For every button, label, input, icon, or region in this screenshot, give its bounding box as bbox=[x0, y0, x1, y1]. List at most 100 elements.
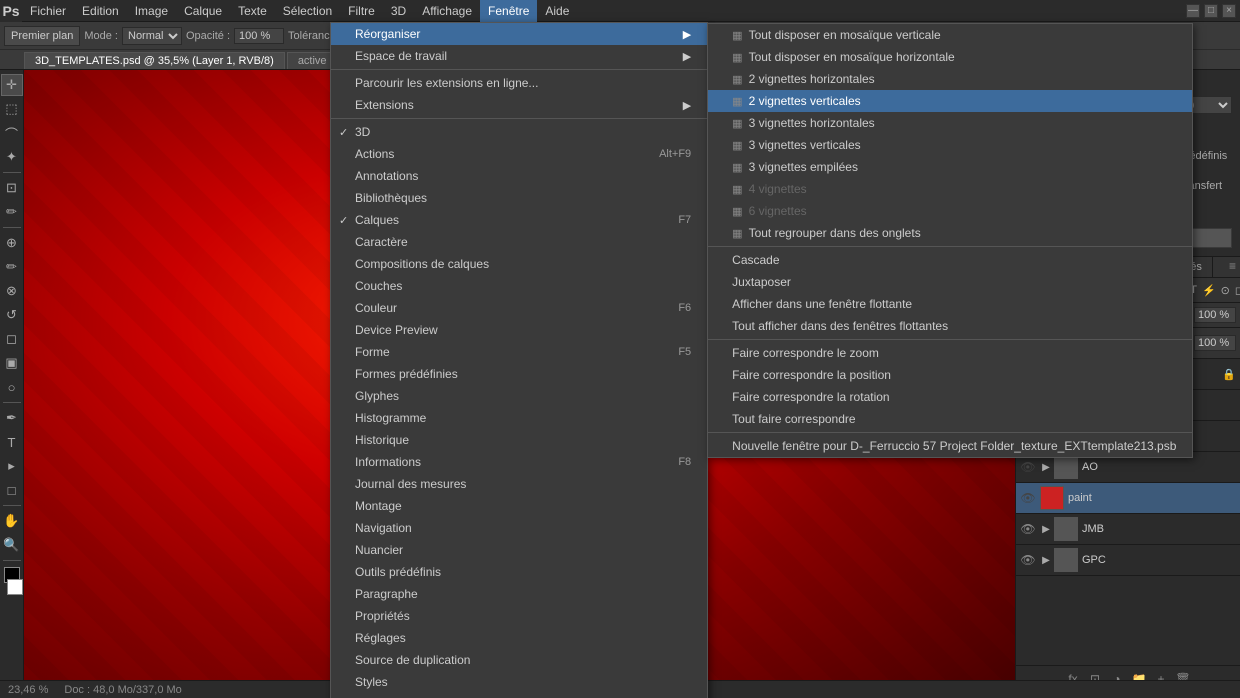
menu-annotations[interactable]: Annotations bbox=[331, 165, 707, 187]
submenu-tout-correspondre[interactable]: Tout faire correspondre bbox=[708, 408, 1192, 430]
layer-expand-gpc[interactable]: ▶ bbox=[1040, 548, 1052, 572]
menu-couleur[interactable]: Couleur F6 bbox=[331, 297, 707, 319]
menu-paragraphe[interactable]: Paragraphe bbox=[331, 583, 707, 605]
layer-expand-ao[interactable]: ▶ bbox=[1040, 455, 1052, 479]
submenu-3viv[interactable]: ▦ 3 vignettes verticales bbox=[708, 134, 1192, 156]
submenu-juxtaposer[interactable]: Juxtaposer bbox=[708, 271, 1192, 293]
submenu-tout-flottante[interactable]: Tout afficher dans des fenêtres flottant… bbox=[708, 315, 1192, 337]
layer-eye-jmb[interactable]: 👁 bbox=[1020, 521, 1036, 537]
menu-compositions[interactable]: Compositions de calques bbox=[331, 253, 707, 275]
select-tool[interactable]: ⬚ bbox=[1, 98, 23, 120]
shape-tool[interactable]: □ bbox=[1, 479, 23, 501]
layer-eye-paint[interactable]: 👁 bbox=[1020, 490, 1036, 506]
text-tool[interactable]: T bbox=[1, 431, 23, 453]
menu-fenetre[interactable]: Fenêtre bbox=[480, 0, 537, 22]
path-selection-tool[interactable]: ▸ bbox=[1, 455, 23, 477]
menu-calques-item[interactable]: Calques F7 bbox=[331, 209, 707, 231]
menu-edition[interactable]: Edition bbox=[74, 0, 127, 22]
layer-eye-ao[interactable]: 👁 bbox=[1020, 459, 1036, 475]
dodge-tool[interactable]: ○ bbox=[1, 376, 23, 398]
menu-styles[interactable]: Styles bbox=[331, 671, 707, 693]
menu-device-preview[interactable]: Device Preview bbox=[331, 319, 707, 341]
lasso-tool[interactable]: ⌒ bbox=[1, 122, 23, 144]
layers-btn5[interactable]: ◻ bbox=[1234, 281, 1240, 299]
opacity-value-input[interactable] bbox=[1194, 307, 1236, 323]
menu-caractere[interactable]: Caractère bbox=[331, 231, 707, 253]
background-color[interactable] bbox=[7, 579, 23, 595]
submenu-regrouper[interactable]: ▦ Tout regrouper dans des onglets bbox=[708, 222, 1192, 244]
menu-navigation[interactable]: Navigation bbox=[331, 517, 707, 539]
mode-select[interactable]: Normal bbox=[122, 27, 182, 45]
menu-montage[interactable]: Montage bbox=[331, 495, 707, 517]
menu-selection[interactable]: Sélection bbox=[275, 0, 340, 22]
menu-actions[interactable]: Actions Alt+F9 bbox=[331, 143, 707, 165]
magic-wand-tool[interactable]: ✦ bbox=[1, 146, 23, 168]
hand-tool[interactable]: ✋ bbox=[1, 510, 23, 532]
submenu-3vih[interactable]: ▦ 3 vignettes horizontales bbox=[708, 112, 1192, 134]
submenu-cascade[interactable]: Cascade bbox=[708, 249, 1192, 271]
premier-plan-button[interactable]: Premier plan bbox=[4, 26, 80, 46]
submenu-mosh[interactable]: ▦ Tout disposer en mosaïque horizontale bbox=[708, 46, 1192, 68]
eraser-tool[interactable]: ◻ bbox=[1, 328, 23, 350]
menu-couches[interactable]: Couches bbox=[331, 275, 707, 297]
menu-filtre[interactable]: Filtre bbox=[340, 0, 383, 22]
menu-calque[interactable]: Calque bbox=[176, 0, 230, 22]
move-tool[interactable]: ✛ bbox=[1, 74, 23, 96]
menu-image[interactable]: Image bbox=[127, 0, 176, 22]
submenu-2vih[interactable]: ▦ 2 vignettes horizontales bbox=[708, 68, 1192, 90]
menu-forme[interactable]: Forme F5 bbox=[331, 341, 707, 363]
fill-value-input[interactable] bbox=[1194, 335, 1236, 351]
menu-journal[interactable]: Journal des mesures bbox=[331, 473, 707, 495]
submenu-zoom[interactable]: Faire correspondre le zoom bbox=[708, 342, 1192, 364]
menu-aide[interactable]: Aide bbox=[537, 0, 577, 22]
submenu-flottante[interactable]: Afficher dans une fenêtre flottante bbox=[708, 293, 1192, 315]
menu-bibliotheques[interactable]: Bibliothèques bbox=[331, 187, 707, 209]
menu-styles-car[interactable]: Styles de caractères bbox=[331, 693, 707, 698]
healing-tool[interactable]: ⊕ bbox=[1, 232, 23, 254]
menu-proprietes[interactable]: Propriétés bbox=[331, 605, 707, 627]
menu-3d[interactable]: 3D bbox=[383, 0, 414, 22]
close-button[interactable]: × bbox=[1222, 4, 1236, 18]
layer-item-gpc[interactable]: 👁 ▶ GPC bbox=[1016, 545, 1240, 576]
submenu-new-window[interactable]: Nouvelle fenêtre pour D-_Ferruccio 57 Pr… bbox=[708, 435, 1192, 457]
crop-tool[interactable]: ⊡ bbox=[1, 177, 23, 199]
layer-item-paint[interactable]: 👁 paint bbox=[1016, 483, 1240, 514]
zoom-tool[interactable]: 🔍 bbox=[1, 534, 23, 556]
menu-outils-predef[interactable]: Outils prédéfinis bbox=[331, 561, 707, 583]
history-brush-tool[interactable]: ↺ bbox=[1, 304, 23, 326]
menu-nuancier[interactable]: Nuancier bbox=[331, 539, 707, 561]
menu-histogramme[interactable]: Histogramme bbox=[331, 407, 707, 429]
submenu-position[interactable]: Faire correspondre la position bbox=[708, 364, 1192, 386]
menu-historique[interactable]: Historique bbox=[331, 429, 707, 451]
opacity-input[interactable] bbox=[234, 28, 284, 44]
menu-fichier[interactable]: Fichier bbox=[22, 0, 74, 22]
layers-menu-button[interactable]: ≡ bbox=[1225, 257, 1240, 277]
menu-glyphes[interactable]: Glyphes bbox=[331, 385, 707, 407]
gradient-tool[interactable]: ▣ bbox=[1, 352, 23, 374]
layers-btn3[interactable]: ⚡ bbox=[1201, 281, 1217, 299]
pen-tool[interactable]: ✒ bbox=[1, 407, 23, 429]
menu-affichage[interactable]: Affichage bbox=[414, 0, 480, 22]
menu-informations[interactable]: Informations F8 bbox=[331, 451, 707, 473]
layer-eye-gpc[interactable]: 👁 bbox=[1020, 552, 1036, 568]
brush-tool[interactable]: ✏ bbox=[1, 256, 23, 278]
layer-item-jmb[interactable]: 👁 ▶ JMB bbox=[1016, 514, 1240, 545]
layers-btn4[interactable]: ⊙ bbox=[1220, 281, 1231, 299]
submenu-2viv[interactable]: ▦ 2 vignettes verticales bbox=[708, 90, 1192, 112]
menu-parcourir[interactable]: Parcourir les extensions en ligne... bbox=[331, 72, 707, 94]
submenu-3ve[interactable]: ▦ 3 vignettes empilées bbox=[708, 156, 1192, 178]
menu-3d-item[interactable]: 3D bbox=[331, 121, 707, 143]
clone-tool[interactable]: ⊗ bbox=[1, 280, 23, 302]
submenu-rotation[interactable]: Faire correspondre la rotation bbox=[708, 386, 1192, 408]
menu-texte[interactable]: Texte bbox=[230, 0, 275, 22]
layer-expand-jmb[interactable]: ▶ bbox=[1040, 517, 1052, 541]
minimize-button[interactable]: — bbox=[1186, 4, 1200, 18]
menu-formes-predef[interactable]: Formes prédéfinies bbox=[331, 363, 707, 385]
menu-reorganiser[interactable]: Réorganiser ▶ ▦ Tout disposer en mosaïqu… bbox=[331, 23, 707, 45]
menu-source[interactable]: Source de duplication bbox=[331, 649, 707, 671]
maximize-button[interactable]: □ bbox=[1204, 4, 1218, 18]
menu-extensions[interactable]: Extensions ▶ bbox=[331, 94, 707, 116]
menu-reglages[interactable]: Réglages bbox=[331, 627, 707, 649]
tab-3d-templates[interactable]: 3D_TEMPLATES.psd @ 35,5% (Layer 1, RVB/8… bbox=[24, 52, 285, 69]
submenu-mosv[interactable]: ▦ Tout disposer en mosaïque verticale bbox=[708, 24, 1192, 46]
